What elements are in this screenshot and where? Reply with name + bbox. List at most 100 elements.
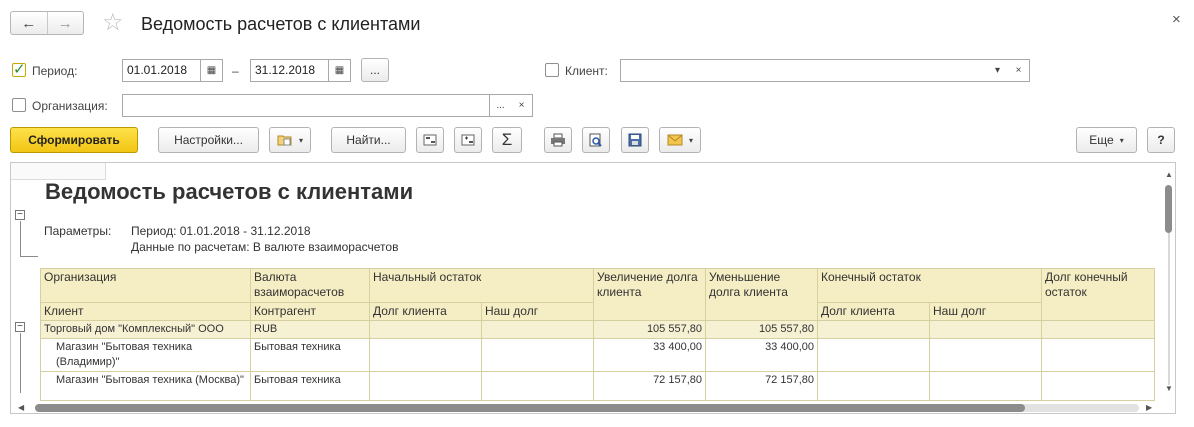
row-closing-our-debt: [929, 338, 1042, 372]
group-opening-our-debt: [481, 320, 594, 339]
collapse-groups-button[interactable]: [416, 127, 444, 153]
sum-button[interactable]: Σ: [492, 127, 522, 153]
calendar-from-icon[interactable]: ▦: [201, 59, 223, 82]
report-area: Ведомость расчетов с клиентами − Парамет…: [10, 162, 1176, 414]
horizontal-scroll-thumb[interactable]: [35, 404, 1025, 412]
save-button[interactable]: [621, 127, 649, 153]
scroll-down-icon[interactable]: ▼: [1165, 384, 1173, 393]
params-label: Параметры:: [44, 224, 112, 238]
window-title: Ведомость расчетов с клиентами: [141, 14, 421, 34]
header-our-debt-closing: Наш долг: [929, 302, 1042, 321]
header-our-debt: Наш долг: [481, 302, 594, 321]
params-group-toggle-icon[interactable]: −: [15, 210, 25, 220]
more-caret-icon: ▾: [1119, 135, 1124, 145]
more-label: Еще: [1089, 133, 1114, 147]
collapse-groups-icon: [423, 134, 437, 146]
period-checkbox[interactable]: [12, 60, 26, 78]
expand-groups-button[interactable]: [454, 127, 482, 153]
row-debt-closing: [1041, 371, 1155, 401]
row-debt-closing: [1041, 338, 1155, 372]
group-debt-closing: [1041, 320, 1155, 339]
row-closing-our-debt: [929, 371, 1042, 401]
organization-input[interactable]: [122, 94, 490, 117]
scroll-left-icon[interactable]: ◀: [18, 403, 24, 412]
group-closing-client-debt: [817, 320, 930, 339]
date-to-input[interactable]: 31.12.2018: [250, 59, 329, 82]
preview-button[interactable]: [582, 127, 610, 153]
nav-buttons: ← →: [10, 11, 84, 35]
variants-button[interactable]: ▾: [269, 127, 311, 153]
header-debt-closing: Долг конечный остаток: [1041, 268, 1155, 321]
row-opening-client-debt: [369, 338, 482, 372]
header-organization: Организация: [40, 268, 251, 303]
header-increase: Увеличение долга клиента: [593, 268, 706, 321]
row-client: Магазин "Бытовая техника (Москва)": [40, 371, 251, 401]
organization-choose-button[interactable]: ...: [490, 94, 512, 117]
header-row-1: Организация Валюта взаиморасчетов Началь…: [40, 268, 1155, 321]
group-closing-our-debt: [929, 320, 1042, 339]
group-currency: RUB: [250, 320, 370, 339]
send-email-button[interactable]: ▾: [659, 127, 701, 153]
header-client-debt-closing: Долг клиента: [817, 302, 930, 321]
client-label: Клиент:: [565, 64, 608, 78]
param-data: Данные по расчетам: В валюте взаиморасче…: [131, 240, 399, 254]
header-counterparty: Контрагент: [250, 302, 370, 321]
client-dropdown-icon[interactable]: ▾: [987, 59, 1009, 82]
group-organization: Торговый дом "Комплексный" ООО: [40, 320, 251, 339]
scroll-up-icon[interactable]: ▲: [1165, 170, 1173, 179]
period-label: Период:: [32, 64, 78, 78]
print-preview-icon: [589, 133, 602, 147]
help-button[interactable]: ?: [1147, 127, 1175, 153]
header-closing-balance: Конечный остаток: [817, 268, 1042, 303]
organization-checkbox[interactable]: [12, 98, 26, 112]
params-group-line: [20, 221, 21, 256]
params-values: Период: 01.01.2018 - 31.12.2018 Данные п…: [131, 223, 398, 255]
close-icon[interactable]: ×: [1172, 11, 1181, 28]
row-decrease: 33 400,00: [705, 338, 818, 372]
period-select-button[interactable]: ...: [361, 58, 389, 82]
header-opening-balance: Начальный остаток: [369, 268, 594, 303]
date-dash: –: [232, 64, 239, 78]
print-button[interactable]: [544, 127, 572, 153]
organization-clear-icon[interactable]: ×: [511, 94, 533, 117]
rows-group-toggle-icon[interactable]: −: [15, 322, 25, 332]
back-arrow-icon[interactable]: ←: [11, 12, 47, 34]
client-clear-icon[interactable]: ×: [1008, 59, 1030, 82]
more-button[interactable]: Еще ▾: [1076, 127, 1137, 153]
floppy-disk-icon: [628, 133, 642, 147]
send-caret-icon: ▾: [688, 135, 693, 145]
header-client-debt: Долг клиента: [369, 302, 482, 321]
date-from-input[interactable]: 01.01.2018: [122, 59, 201, 82]
report-corner-cell: [11, 163, 106, 180]
forward-arrow-icon[interactable]: →: [46, 12, 84, 34]
vertical-scroll-track[interactable]: [1168, 233, 1170, 385]
report-title: Ведомость расчетов с клиентами: [45, 179, 414, 204]
table-row[interactable]: Магазин "Бытовая техника (Москва)" Бытов…: [40, 371, 1155, 401]
printer-icon: [551, 133, 565, 147]
vertical-scroll-thumb[interactable]: [1165, 185, 1172, 233]
favorite-star-icon[interactable]: ☆: [102, 9, 124, 37]
sum-icon: Σ: [501, 130, 513, 149]
row-client: Магазин "Бытовая техника (Владимир)": [40, 338, 251, 372]
row-opening-client-debt: [369, 371, 482, 401]
header-decrease: Уменьшение долга клиента: [705, 268, 818, 321]
row-increase: 33 400,00: [593, 338, 706, 372]
expand-groups-icon: [461, 134, 475, 146]
scroll-right-icon[interactable]: ▶: [1146, 403, 1152, 412]
generate-button[interactable]: Сформировать: [10, 127, 138, 153]
organization-label: Организация:: [32, 99, 108, 113]
settings-button[interactable]: Настройки...: [158, 127, 259, 153]
row-increase: 72 157,80: [593, 371, 706, 401]
find-button[interactable]: Найти...: [331, 127, 406, 153]
group-decrease: 105 557,80: [705, 320, 818, 339]
table-row[interactable]: Магазин "Бытовая техника (Владимир)" Быт…: [40, 338, 1155, 372]
report-table: Организация Валюта взаиморасчетов Началь…: [40, 268, 1155, 401]
group-row[interactable]: Торговый дом "Комплексный" ООО RUB 105 5…: [40, 320, 1155, 339]
rows-group-line: [20, 333, 21, 393]
client-checkbox[interactable]: [545, 63, 559, 77]
group-increase: 105 557,80: [593, 320, 706, 339]
row-counterparty: Бытовая техника: [250, 371, 370, 401]
client-input[interactable]: [620, 59, 988, 82]
calendar-to-icon[interactable]: ▦: [329, 59, 351, 82]
envelope-icon: [667, 134, 683, 146]
